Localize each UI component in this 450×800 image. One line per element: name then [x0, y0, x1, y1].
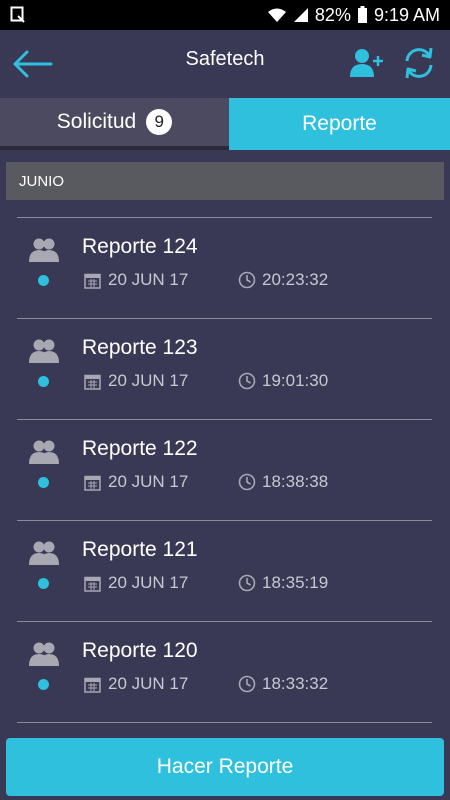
tab-solicitud-label: Solicitud [56, 110, 137, 133]
battery-icon [357, 6, 368, 24]
report-time: 18:38:38 [262, 472, 329, 491]
divider [17, 621, 432, 622]
report-date: 20 JUN 17 [108, 270, 189, 289]
calendar-icon [84, 374, 101, 390]
refresh-icon [405, 47, 433, 79]
report-title: Reporte 124 [82, 235, 198, 258]
count-badge: 9 [146, 109, 173, 135]
group-icon [29, 541, 59, 565]
clock-icon [238, 372, 256, 390]
month-section-header: JUNIO [6, 162, 444, 200]
signal-icon [293, 7, 309, 23]
report-title: Reporte 123 [82, 336, 198, 359]
list-item[interactable]: Reporte 121 20 JUN 17 18:35:19 [0, 520, 450, 621]
divider [17, 722, 432, 723]
divider [17, 217, 432, 218]
report-title: Reporte 122 [82, 437, 198, 460]
app-bar: Safetech [0, 30, 450, 98]
wifi-icon [267, 7, 287, 23]
status-dot [38, 477, 49, 488]
list-item[interactable]: Reporte 122 20 JUN 17 18:38:38 [0, 419, 450, 520]
report-date: 20 JUN 17 [108, 472, 189, 491]
status-dot [38, 376, 49, 387]
tab-solicitud[interactable]: Solicitud 9 [0, 98, 229, 150]
add-user-icon [350, 49, 383, 77]
group-icon [29, 339, 59, 363]
status-bar: 82% 9:19 AM [0, 0, 450, 30]
arrow-left-icon [13, 50, 53, 78]
report-date: 20 JUN 17 [108, 371, 189, 390]
clock-icon [238, 473, 256, 491]
report-time: 19:01:30 [262, 371, 329, 390]
refresh-button[interactable] [396, 40, 442, 86]
report-time: 18:35:19 [262, 573, 329, 592]
report-title: Reporte 120 [82, 639, 198, 662]
battery-percent: 82% [314, 4, 351, 25]
report-title: Reporte 121 [82, 538, 198, 561]
list-item[interactable]: Reporte 120 20 JUN 17 18:33:32 [0, 621, 450, 722]
calendar-icon [84, 273, 101, 289]
calendar-icon [84, 576, 101, 592]
group-icon [29, 642, 59, 666]
clock-icon [238, 675, 256, 693]
divider [17, 419, 432, 420]
notification-icon [10, 6, 26, 24]
list-item[interactable]: Reporte 123 20 JUN 17 19:01:30 [0, 318, 450, 419]
calendar-icon [84, 475, 101, 491]
group-icon [29, 440, 59, 464]
clock-time: 9:19 AM [373, 4, 440, 25]
month-label: JUNIO [19, 172, 64, 190]
list-item[interactable]: Reporte 124 20 JUN 17 20:23:32 [0, 217, 450, 318]
report-date: 20 JUN 17 [108, 674, 189, 693]
divider [17, 318, 432, 319]
clock-icon [238, 271, 256, 289]
add-user-button[interactable] [344, 40, 390, 86]
hacer-reporte-label: Hacer Reporte [156, 755, 294, 778]
back-button[interactable] [8, 40, 56, 88]
report-time: 20:23:32 [262, 270, 329, 289]
tab-bar: Solicitud 9 Reporte [0, 98, 450, 150]
hacer-reporte-button[interactable]: Hacer Reporte [6, 738, 444, 796]
tab-reporte[interactable]: Reporte [229, 98, 450, 150]
divider [17, 520, 432, 521]
status-dot [38, 275, 49, 286]
group-icon [29, 238, 59, 262]
calendar-icon [84, 677, 101, 693]
status-dot [38, 578, 49, 589]
report-time: 18:33:32 [262, 674, 329, 693]
report-date: 20 JUN 17 [108, 573, 189, 592]
clock-icon [238, 574, 256, 592]
report-list: Reporte 124 20 JUN 17 20:23:32 Reporte 1… [0, 217, 450, 722]
tab-reporte-label: Reporte [302, 112, 377, 135]
status-dot [38, 679, 49, 690]
